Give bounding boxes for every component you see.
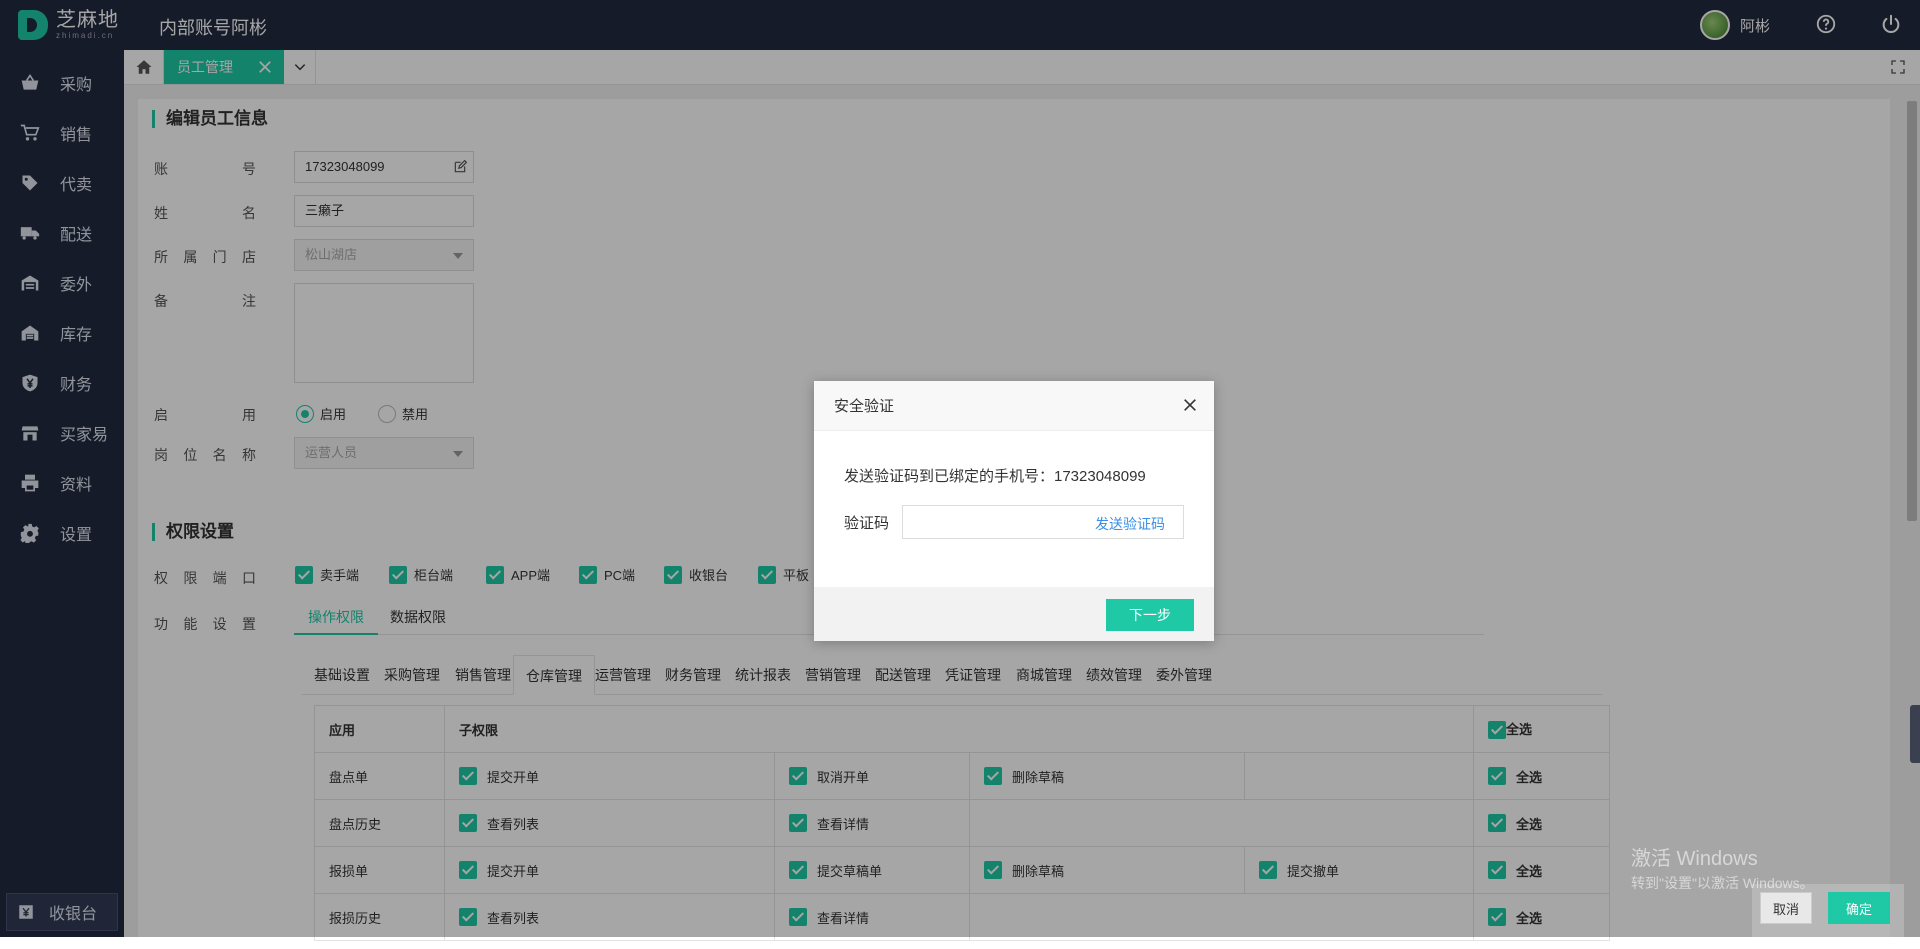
next-step-button[interactable]: 下一步 [1106,599,1194,631]
windows-activation-watermark: 激活 Windows 转到"设置"以激活 Windows。 [1631,842,1814,893]
side-drawer-handle[interactable] [1910,705,1920,763]
cancel-button[interactable]: 取消 [1760,892,1812,924]
close-icon[interactable] [1182,397,1198,413]
code-label: 验证码 [844,515,890,532]
watermark-line2: 转到"设置"以激活 Windows。 [1631,875,1814,891]
confirm-button[interactable]: 确定 [1828,892,1890,924]
dialog-footer: 下一步 [814,587,1214,641]
send-code-link[interactable]: 发送验证码 [1095,514,1165,534]
dialog-title: 安全验证 [814,381,1214,431]
watermark-line1: 激活 Windows [1631,848,1758,870]
dialog-message: 发送验证码到已绑定的手机号：17323048099 [844,468,1146,485]
security-verification-dialog: 安全验证 发送验证码到已绑定的手机号：17323048099 验证码 发送验证码… [814,381,1214,641]
verification-code-input[interactable]: 发送验证码 [902,505,1184,539]
